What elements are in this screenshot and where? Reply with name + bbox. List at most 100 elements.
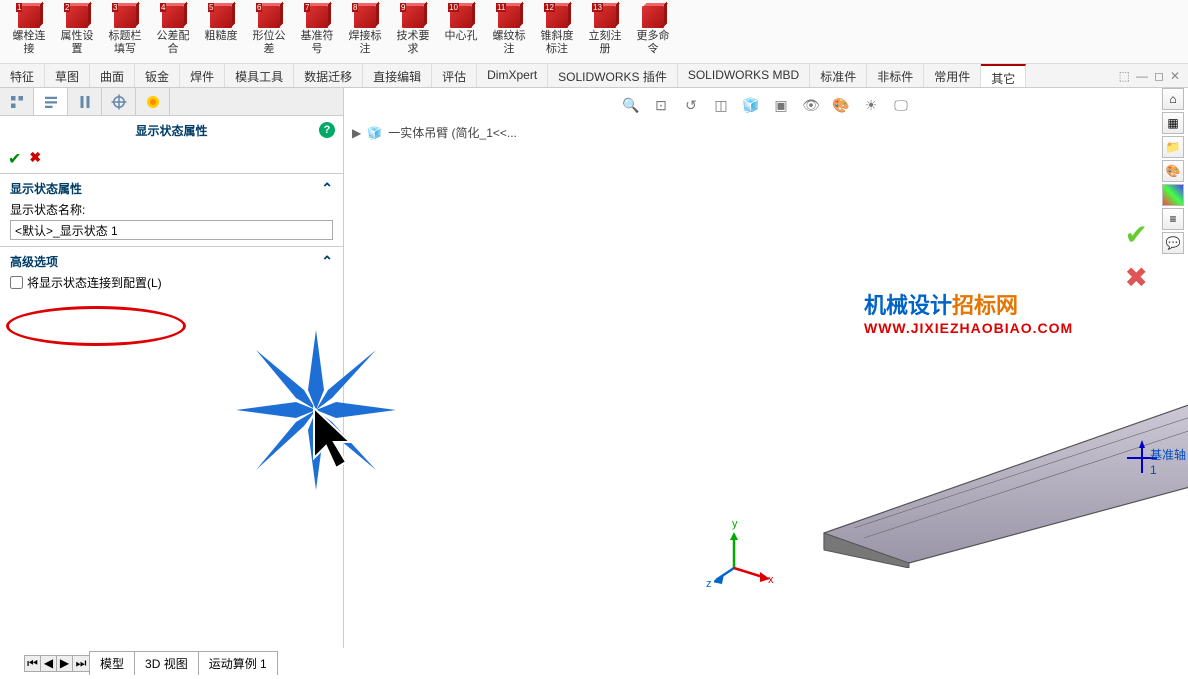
file-explorer-icon[interactable]: 📁 <box>1162 136 1184 158</box>
graphics-area[interactable]: 🔍 ⊡ ↺ ◫ 🧊 ▣ 👁 🎨 ☀ 🖵 ▶ 🧊 一实体吊臂 (简化_1<<...… <box>344 88 1188 648</box>
cmd-公差配合[interactable]: 4公差配合 <box>150 4 196 58</box>
cmd-标题栏填写[interactable]: 3标题栏填写 <box>102 4 148 58</box>
bottom-tab[interactable]: 3D 视图 <box>134 651 199 675</box>
ribbon-tab[interactable]: 特征 <box>0 64 45 87</box>
ribbon-tab[interactable]: 草图 <box>45 64 90 87</box>
appearance-icon[interactable]: 🎨 <box>830 94 852 116</box>
restore-icon[interactable]: ◻ <box>1154 69 1164 83</box>
link-display-state-checkbox[interactable] <box>10 276 23 289</box>
close-icon[interactable]: ✕ <box>1170 69 1180 83</box>
panel-tab-dimxpert[interactable] <box>102 88 136 115</box>
scene-icon[interactable]: ☀ <box>860 94 882 116</box>
workspace: 显示状态属性 ? ✔ ✖ 显示状态属性 ⌃ 显示状态名称: 高级选项 ⌃ 将显示… <box>0 88 1188 648</box>
view-orient-icon[interactable]: 🧊 <box>740 94 762 116</box>
cancel-button[interactable]: ✖ <box>29 149 41 169</box>
cmd-中心孔[interactable]: 10中心孔 <box>438 4 484 45</box>
next-tab-button[interactable]: ▶ <box>57 656 73 671</box>
task-pane: ⌂ ▦ 📁 🎨 ≡ 💬 <box>1162 88 1186 254</box>
watermark-text: 招标网 <box>952 293 1018 318</box>
hide-show-icon[interactable]: 👁 <box>800 94 822 116</box>
triad-icon <box>714 528 774 588</box>
minimize-icon[interactable]: — <box>1136 69 1148 83</box>
ribbon-tab[interactable]: 钣金 <box>135 64 180 87</box>
ribbon-tab[interactable]: 焊件 <box>180 64 225 87</box>
ribbon-tab[interactable]: 评估 <box>432 64 477 87</box>
display-state-name-input[interactable] <box>10 220 333 240</box>
ribbon-tab[interactable]: 直接编辑 <box>363 64 432 87</box>
prev-tab-button[interactable]: ◀ <box>41 656 57 671</box>
section-header[interactable]: 显示状态属性 ⌃ <box>10 180 333 197</box>
cmd-螺栓连接[interactable]: 1螺栓连接 <box>6 4 52 58</box>
section-view-icon[interactable]: ◫ <box>710 94 732 116</box>
appearances-icon[interactable] <box>1162 184 1184 206</box>
view-palette-icon[interactable]: 🎨 <box>1162 160 1184 182</box>
home-icon[interactable]: ⌂ <box>1162 88 1184 110</box>
breadcrumb-arrow-icon[interactable]: ▶ <box>352 126 361 140</box>
breadcrumb-part[interactable]: 一实体吊臂 (简化_1<<... <box>388 124 517 141</box>
help-icon[interactable]: ? <box>319 122 335 138</box>
ribbon-tab[interactable]: DimXpert <box>477 64 548 87</box>
prev-view-icon[interactable]: ↺ <box>680 94 702 116</box>
ribbon-tabs: 特征草图曲面钣金焊件模具工具数据迁移直接编辑评估DimXpertSOLIDWOR… <box>0 64 1188 88</box>
rebuild-ok-icon: ✔ <box>1125 218 1148 251</box>
resources-icon[interactable]: ▦ <box>1162 112 1184 134</box>
section-header[interactable]: 高级选项 ⌃ <box>10 253 333 270</box>
ribbon-tab[interactable]: SOLIDWORKS 插件 <box>548 64 678 87</box>
bottom-tab[interactable]: 模型 <box>89 651 135 675</box>
last-tab-button[interactable]: ⏭ <box>73 656 89 671</box>
cmd-锥斜度标注[interactable]: 12锥斜度标注 <box>534 4 580 58</box>
command-toolbar: 1螺栓连接2属性设置3标题栏填写4公差配合5粗糙度6形位公差7基准符号8焊接标注… <box>0 0 1188 64</box>
watermark: 机械设计招标网 WWW.JIXIEZHAOBIAO.COM <box>864 288 1073 336</box>
cmd-螺纹标注[interactable]: 11螺纹标注 <box>486 4 532 58</box>
ribbon-tab[interactable]: SOLIDWORKS MBD <box>678 64 810 87</box>
cmd-基准符号[interactable]: 7基准符号 <box>294 4 340 58</box>
breadcrumb: ▶ 🧊 一实体吊臂 (简化_1<<... <box>344 122 1188 143</box>
bottom-tab[interactable]: 运动算例 1 <box>198 651 278 675</box>
display-style-icon[interactable]: ▣ <box>770 94 792 116</box>
cmd-属性设置[interactable]: 2属性设置 <box>54 4 100 58</box>
axis-label: 基准轴1 <box>1150 446 1188 477</box>
expand-icon[interactable]: ⬚ <box>1119 69 1130 83</box>
view-settings-icon[interactable]: 🖵 <box>890 94 912 116</box>
panel-tabs <box>0 88 343 116</box>
ribbon-tab[interactable]: 其它 <box>981 64 1026 87</box>
forum-icon[interactable]: 💬 <box>1162 232 1184 254</box>
cmd-更多命令[interactable]: 更多命令 <box>630 4 676 58</box>
checkbox-label: 将显示状态连接到配置(L) <box>27 274 162 291</box>
view-toolbar: 🔍 ⊡ ↺ ◫ 🧊 ▣ 👁 🎨 ☀ 🖵 <box>344 88 1188 122</box>
watermark-url: WWW.JIXIEZHAOBIAO.COM <box>864 320 1073 336</box>
ribbon-tab[interactable]: 曲面 <box>90 64 135 87</box>
field-label: 显示状态名称: <box>10 201 333 218</box>
zoom-fit-icon[interactable]: 🔍 <box>620 94 642 116</box>
property-panel: 显示状态属性 ? ✔ ✖ 显示状态属性 ⌃ 显示状态名称: 高级选项 ⌃ 将显示… <box>0 88 344 648</box>
part-icon[interactable]: 🧊 <box>367 126 382 140</box>
cmd-焊接标注[interactable]: 8焊接标注 <box>342 4 388 58</box>
ribbon-tab[interactable]: 常用件 <box>924 64 981 87</box>
cmd-形位公差[interactable]: 6形位公差 <box>246 4 292 58</box>
accept-button[interactable]: ✔ <box>8 149 21 169</box>
section-title: 高级选项 <box>10 253 58 270</box>
panel-tab-feature-tree[interactable] <box>0 88 34 115</box>
property-title: 显示状态属性 <box>135 124 207 138</box>
cmd-立刻注册[interactable]: 13立刻注册 <box>582 4 628 58</box>
panel-tab-property[interactable] <box>34 88 68 115</box>
chevron-up-icon: ⌃ <box>321 180 333 197</box>
ribbon-tab[interactable]: 模具工具 <box>225 64 294 87</box>
rebuild-error-icon: ✖ <box>1125 261 1148 294</box>
ribbon-tab[interactable]: 非标件 <box>867 64 924 87</box>
section-display-state: 显示状态属性 ⌃ 显示状态名称: <box>0 173 343 246</box>
panel-tab-display[interactable] <box>136 88 170 115</box>
tab-nav: ⏮ ◀ ▶ ⏭ <box>24 655 90 672</box>
cmd-技术要求[interactable]: 9技术要求 <box>390 4 436 58</box>
link-to-config-row: 将显示状态连接到配置(L) <box>10 274 333 291</box>
cmd-粗糙度[interactable]: 5粗糙度 <box>198 4 244 45</box>
zoom-area-icon[interactable]: ⊡ <box>650 94 672 116</box>
confirm-bar: ✔ ✖ <box>0 145 343 173</box>
first-tab-button[interactable]: ⏮ <box>25 656 41 671</box>
custom-props-icon[interactable]: ≡ <box>1162 208 1184 230</box>
section-advanced: 高级选项 ⌃ 将显示状态连接到配置(L) <box>0 246 343 297</box>
ribbon-tab[interactable]: 标准件 <box>810 64 867 87</box>
property-header: 显示状态属性 ? <box>0 116 343 145</box>
ribbon-tab[interactable]: 数据迁移 <box>294 64 363 87</box>
panel-tab-config[interactable] <box>68 88 102 115</box>
